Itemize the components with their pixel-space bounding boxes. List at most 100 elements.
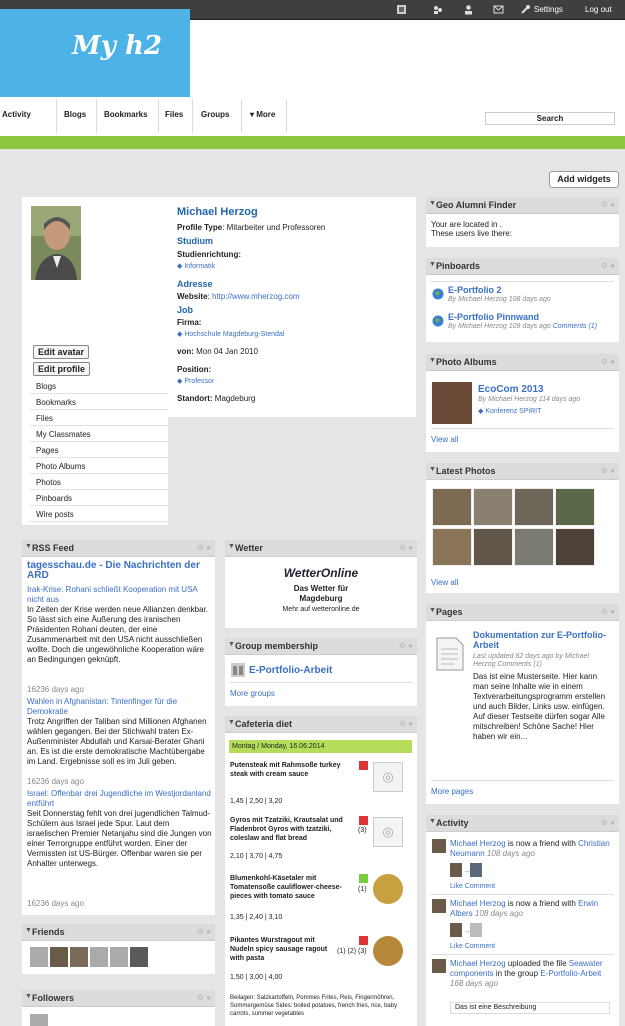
collapse-icon[interactable]: ▼ bbox=[228, 543, 235, 550]
activity-actor[interactable]: Michael Herzog bbox=[450, 959, 506, 968]
more-groups-link[interactable]: More groups bbox=[230, 689, 275, 698]
friend-avatar[interactable] bbox=[70, 947, 88, 967]
widget-controls-icon[interactable]: ⚙ ● bbox=[601, 607, 615, 616]
pinboard-title[interactable]: E-Portfolio Pinnwand bbox=[448, 312, 539, 322]
widget-controls-icon[interactable]: ⚙ ● bbox=[601, 357, 615, 366]
collapse-icon[interactable]: ▼ bbox=[429, 607, 436, 614]
wetter-more-link[interactable]: Mehr auf wetteronline.de bbox=[225, 606, 417, 613]
widget-controls-icon[interactable]: ⚙ ● bbox=[197, 927, 211, 936]
dish-photo[interactable] bbox=[373, 874, 403, 904]
profile-menu-files[interactable]: Files bbox=[30, 412, 170, 426]
settings-icon[interactable] bbox=[520, 4, 531, 15]
widget-controls-icon[interactable]: ⚙ ● bbox=[601, 818, 615, 827]
logout-link[interactable]: Log out bbox=[585, 5, 612, 14]
more-pages-link[interactable]: More pages bbox=[431, 787, 473, 796]
collapse-icon[interactable]: ▼ bbox=[228, 719, 235, 726]
profile-menu-pinboards[interactable]: Pinboards bbox=[30, 492, 170, 506]
friend-avatar[interactable] bbox=[110, 947, 128, 967]
nav-files[interactable]: Files bbox=[165, 110, 183, 119]
activity-actor[interactable]: Michael Herzog bbox=[450, 899, 506, 908]
nav-more[interactable]: ▾ More bbox=[250, 110, 275, 119]
profile-menu-blogs[interactable]: Blogs bbox=[30, 380, 170, 394]
friend-avatar[interactable] bbox=[130, 947, 148, 967]
activity-verb: is now a friend with bbox=[507, 839, 576, 848]
collapse-icon[interactable]: ▼ bbox=[429, 818, 436, 825]
nav-activity[interactable]: Activity bbox=[2, 110, 31, 119]
add-widgets-button[interactable]: Add widgets bbox=[549, 171, 619, 188]
nav-groups[interactable]: Groups bbox=[201, 110, 229, 119]
page-title-link[interactable]: Dokumentation zur E-Portfolio-Arbeit bbox=[473, 630, 613, 650]
search-input[interactable]: Search bbox=[485, 112, 615, 125]
collapse-icon[interactable]: ▼ bbox=[429, 261, 436, 268]
profile-menu-pages[interactable]: Pages bbox=[30, 444, 170, 458]
photos-view-all-link[interactable]: View all bbox=[431, 578, 458, 587]
widget-controls-icon[interactable]: ⚙ ● bbox=[601, 466, 615, 475]
activity-actor[interactable]: Michael Herzog bbox=[450, 839, 506, 848]
friends-icon[interactable] bbox=[432, 4, 443, 15]
avatar[interactable] bbox=[432, 959, 446, 973]
widget-controls-icon[interactable]: ⚙ ● bbox=[399, 641, 413, 650]
collapse-icon[interactable]: ▼ bbox=[25, 927, 32, 934]
position-value[interactable]: Professor bbox=[184, 378, 214, 385]
messages-icon[interactable] bbox=[493, 4, 504, 15]
nav-blogs[interactable]: Blogs bbox=[64, 110, 86, 119]
widget-controls-icon[interactable]: ⚙ ● bbox=[399, 719, 413, 728]
album-tag[interactable]: Konferenz SPiRIT bbox=[485, 408, 541, 415]
profile-menu-wire-posts[interactable]: Wire posts bbox=[30, 508, 170, 522]
collapse-icon[interactable]: ▼ bbox=[25, 543, 32, 550]
avatar[interactable] bbox=[432, 839, 446, 853]
group-link[interactable]: E-Portfolio-Arbeit bbox=[249, 665, 332, 676]
photo-thumbnail[interactable] bbox=[432, 528, 472, 566]
rss-item-title[interactable]: Irak-Krise: Rohani schließt Kooperation … bbox=[27, 585, 212, 605]
dashboard-icon[interactable] bbox=[396, 4, 407, 15]
widget-controls-icon[interactable]: ⚙ ● bbox=[601, 261, 615, 270]
friend-avatar[interactable] bbox=[90, 947, 108, 967]
rss-item-title[interactable]: Israel: Offenbar drei Jugendliche im Wes… bbox=[27, 789, 212, 809]
photo-thumbnail[interactable] bbox=[514, 528, 554, 566]
profile-icon[interactable] bbox=[463, 4, 474, 15]
site-logo[interactable]: My h2 bbox=[0, 9, 190, 97]
activity-actions[interactable]: Like Comment bbox=[450, 943, 495, 950]
collapse-icon[interactable]: ▼ bbox=[429, 357, 436, 364]
nav-bookmarks[interactable]: Bookmarks bbox=[104, 110, 148, 119]
profile-menu-photo-albums[interactable]: Photo Albums bbox=[30, 460, 170, 474]
photo-thumbnail[interactable] bbox=[555, 528, 595, 566]
studienrichtung-value[interactable]: Informatik bbox=[184, 263, 215, 270]
friend-avatar[interactable] bbox=[50, 947, 68, 967]
photo-thumbnail[interactable] bbox=[473, 488, 513, 526]
edit-profile-button[interactable]: Edit profile bbox=[33, 362, 90, 376]
widget-controls-icon[interactable]: ⚙ ● bbox=[399, 543, 413, 552]
collapse-icon[interactable]: ▼ bbox=[25, 993, 32, 1000]
collapse-icon[interactable]: ▼ bbox=[429, 466, 436, 473]
widget-controls-icon[interactable]: ⚙ ● bbox=[197, 543, 211, 552]
firma-value[interactable]: Hochschule Magdeburg-Stendal bbox=[184, 331, 284, 338]
photo-thumbnail[interactable] bbox=[514, 488, 554, 526]
photo-thumbnail[interactable] bbox=[432, 488, 472, 526]
collapse-icon[interactable]: ▼ bbox=[429, 200, 436, 207]
collapse-icon[interactable]: ▼ bbox=[228, 641, 235, 648]
album-cover[interactable] bbox=[432, 382, 472, 424]
avatar[interactable] bbox=[432, 899, 446, 913]
dish-photo[interactable] bbox=[373, 936, 403, 966]
rss-item-title[interactable]: Wahlen in Afghanistan: Tintenfinger für … bbox=[27, 697, 212, 717]
friend-avatar[interactable] bbox=[30, 947, 48, 967]
follower-avatar[interactable] bbox=[30, 1014, 48, 1026]
website-link[interactable]: http://www.mherzog.com bbox=[212, 292, 300, 301]
rss-feed-title[interactable]: tagesschau.de - Die Nachrichten der ARD bbox=[27, 561, 212, 581]
album-title[interactable]: EcoCom 2013 bbox=[478, 384, 544, 395]
albums-view-all-link[interactable]: View all bbox=[431, 435, 458, 444]
photo-thumbnail[interactable] bbox=[473, 528, 513, 566]
profile-menu-photos[interactable]: Photos bbox=[30, 476, 170, 490]
pinboard-title[interactable]: E-Portfolio 2 bbox=[448, 285, 502, 295]
profile-menu-classmates[interactable]: My Classmates bbox=[30, 428, 170, 442]
settings-link[interactable]: Settings bbox=[534, 5, 563, 14]
activity-group[interactable]: E-Portfolio-Arbeit bbox=[540, 969, 601, 978]
profile-menu-bookmarks[interactable]: Bookmarks bbox=[30, 396, 170, 410]
widget-controls-icon[interactable]: ⚙ ● bbox=[197, 993, 211, 1002]
activity-actions[interactable]: Like Comment bbox=[450, 883, 495, 890]
widget-controls-icon[interactable]: ⚙ ● bbox=[601, 200, 615, 209]
pinboard-comments-link[interactable]: Comments (1) bbox=[553, 323, 597, 330]
photo-thumbnail[interactable] bbox=[555, 488, 595, 526]
wetteronline-logo[interactable]: WetterOnline bbox=[225, 566, 417, 580]
edit-avatar-button[interactable]: Edit avatar bbox=[33, 345, 90, 359]
